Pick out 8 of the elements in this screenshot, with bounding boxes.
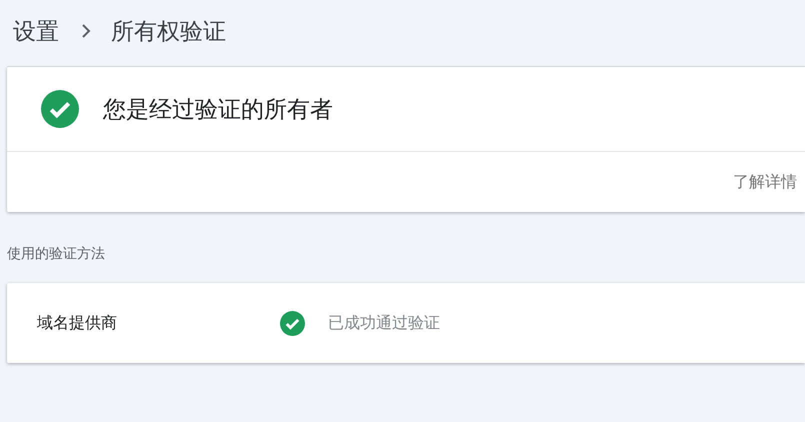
- chevron-right-icon: [81, 23, 91, 39]
- status-title: 您是经过验证的所有者: [103, 96, 333, 124]
- breadcrumb-item[interactable]: 设置: [13, 16, 59, 46]
- section-heading: 使用的验证方法: [7, 245, 106, 263]
- method-status: 已成功通过验证: [328, 312, 440, 334]
- breadcrumb-item: 所有权验证: [111, 18, 226, 46]
- learn-more-link[interactable]: 了解详情: [733, 172, 797, 192]
- method-name: 域名提供商: [37, 312, 118, 334]
